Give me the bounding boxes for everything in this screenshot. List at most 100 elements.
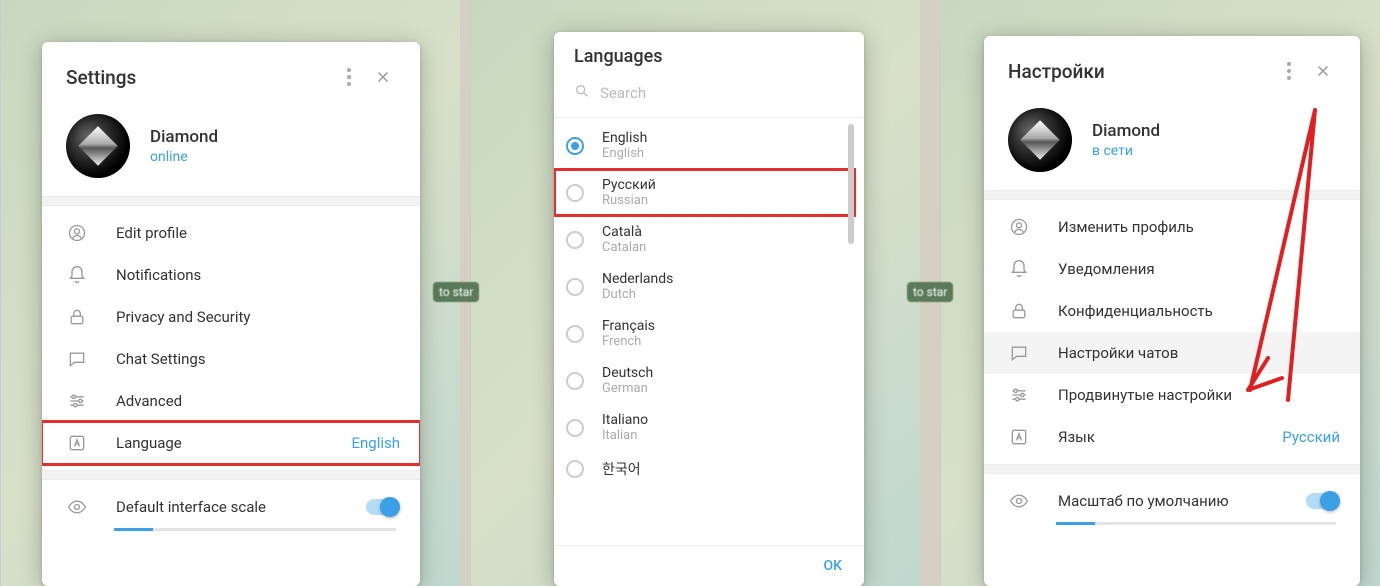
language-icon (66, 432, 88, 454)
language-english: English (602, 146, 647, 161)
scale-toggle[interactable] (1306, 493, 1340, 509)
language-item-korean[interactable]: 한국어 (554, 451, 856, 487)
panel-footer: OK (554, 545, 864, 586)
kebab-icon (347, 68, 351, 86)
more-menu-button[interactable] (332, 60, 366, 94)
settings-menu: Edit profile Notifications Privacy and S… (42, 206, 420, 470)
language-item-german[interactable]: Deutsch German (554, 357, 856, 404)
language-native: Deutsch (602, 365, 653, 381)
menu-chat-settings[interactable]: Настройки чатов (984, 332, 1360, 374)
menu-advanced[interactable]: Advanced (42, 380, 420, 422)
menu-label: Масштаб по умолчанию (1058, 492, 1306, 510)
chat-icon (66, 348, 88, 370)
panel-title: Languages (554, 32, 864, 77)
menu-value: English (351, 434, 400, 452)
language-item-english[interactable]: English English (554, 122, 856, 169)
language-english: French (602, 334, 655, 349)
language-english: Italian (602, 428, 648, 443)
radio-icon (566, 372, 584, 390)
scale-section: Default interface scale (42, 480, 420, 545)
radio-icon (566, 278, 584, 296)
menu-privacy[interactable]: Privacy and Security (42, 296, 420, 338)
menu-label: Изменить профиль (1058, 218, 1340, 236)
menu-default-scale[interactable]: Масштаб по умолчанию (984, 480, 1360, 522)
menu-privacy[interactable]: Конфиденциальность (984, 290, 1360, 332)
menu-label: Язык (1058, 428, 1282, 446)
scrollbar[interactable] (848, 124, 854, 244)
language-english: German (602, 381, 653, 396)
close-button[interactable] (366, 60, 400, 94)
search-input[interactable] (600, 84, 844, 102)
close-icon (374, 68, 392, 86)
menu-label: Продвинутые настройки (1058, 386, 1340, 404)
user-icon (1008, 216, 1030, 238)
radio-icon (566, 325, 584, 343)
panel-title: Settings (66, 66, 136, 89)
panel-title: Настройки (1008, 60, 1105, 83)
radio-icon (566, 419, 584, 437)
divider (42, 470, 420, 480)
menu-label: Chat Settings (116, 350, 400, 368)
settings-panel-en: Settings Diamond online Edit profile Not… (42, 42, 420, 586)
more-menu-button[interactable] (1272, 54, 1306, 88)
language-item-italian[interactable]: Italiano Italian (554, 404, 856, 451)
menu-notifications[interactable]: Notifications (42, 254, 420, 296)
menu-edit-profile[interactable]: Изменить профиль (984, 206, 1360, 248)
profile-name: Diamond (1092, 121, 1160, 141)
profile-row[interactable]: Diamond в сети (984, 102, 1360, 190)
scale-slider[interactable] (1056, 522, 1336, 525)
profile-status: в сети (1092, 143, 1160, 159)
language-english: Russian (602, 193, 656, 208)
panel-header: Настройки (984, 36, 1360, 102)
menu-language[interactable]: Язык Русский (984, 416, 1360, 458)
menu-label: Edit profile (116, 224, 400, 242)
scale-toggle[interactable] (366, 499, 400, 515)
scale-slider[interactable] (114, 528, 396, 531)
menu-label: Уведомления (1058, 260, 1340, 278)
avatar (66, 114, 130, 178)
sliders-icon (66, 390, 88, 412)
settings-menu: Изменить профиль Уведомления Конфиденциа… (984, 200, 1360, 464)
menu-default-scale[interactable]: Default interface scale (42, 486, 420, 528)
lock-icon (1008, 300, 1030, 322)
language-native: Français (602, 318, 655, 334)
ok-button[interactable]: OK (824, 558, 843, 574)
bg-bubble: to star (433, 282, 479, 302)
language-native: Italiano (602, 412, 648, 428)
language-native: Català (602, 224, 646, 240)
kebab-icon (1287, 62, 1291, 80)
language-item-dutch[interactable]: Nederlands Dutch (554, 263, 856, 310)
language-item-french[interactable]: Français French (554, 310, 856, 357)
menu-advanced[interactable]: Продвинутые настройки (984, 374, 1360, 416)
menu-edit-profile[interactable]: Edit profile (42, 212, 420, 254)
language-english: Catalan (602, 240, 646, 255)
close-icon (1314, 62, 1332, 80)
language-item-catalan[interactable]: Català Catalan (554, 216, 856, 263)
menu-label: Настройки чатов (1058, 344, 1340, 362)
divider (42, 196, 420, 206)
profile-row[interactable]: Diamond online (42, 108, 420, 196)
menu-label: Конфиденциальность (1058, 302, 1340, 320)
scale-section: Масштаб по умолчанию (984, 474, 1360, 539)
menu-chat-settings[interactable]: Chat Settings (42, 338, 420, 380)
menu-label: Default interface scale (116, 498, 366, 516)
divider (984, 464, 1360, 474)
close-button[interactable] (1306, 54, 1340, 88)
menu-language[interactable]: Language English (42, 422, 420, 464)
menu-label: Notifications (116, 266, 400, 284)
user-icon (66, 222, 88, 244)
menu-label: Advanced (116, 392, 400, 410)
menu-value: Русский (1282, 428, 1340, 446)
language-icon (1008, 426, 1030, 448)
menu-notifications[interactable]: Уведомления (984, 248, 1360, 290)
panel-header: Settings (42, 42, 420, 108)
divider (984, 190, 1360, 200)
bell-icon (66, 264, 88, 286)
language-item-russian[interactable]: Русский Russian (554, 169, 856, 216)
settings-panel-ru: Настройки Diamond в сети Изменить профил… (984, 36, 1360, 586)
language-list[interactable]: English English Русский Russian Català C… (554, 118, 864, 548)
menu-label: Language (116, 434, 351, 452)
language-native: Русский (602, 177, 656, 193)
eye-icon (66, 496, 88, 518)
sliders-icon (1008, 384, 1030, 406)
